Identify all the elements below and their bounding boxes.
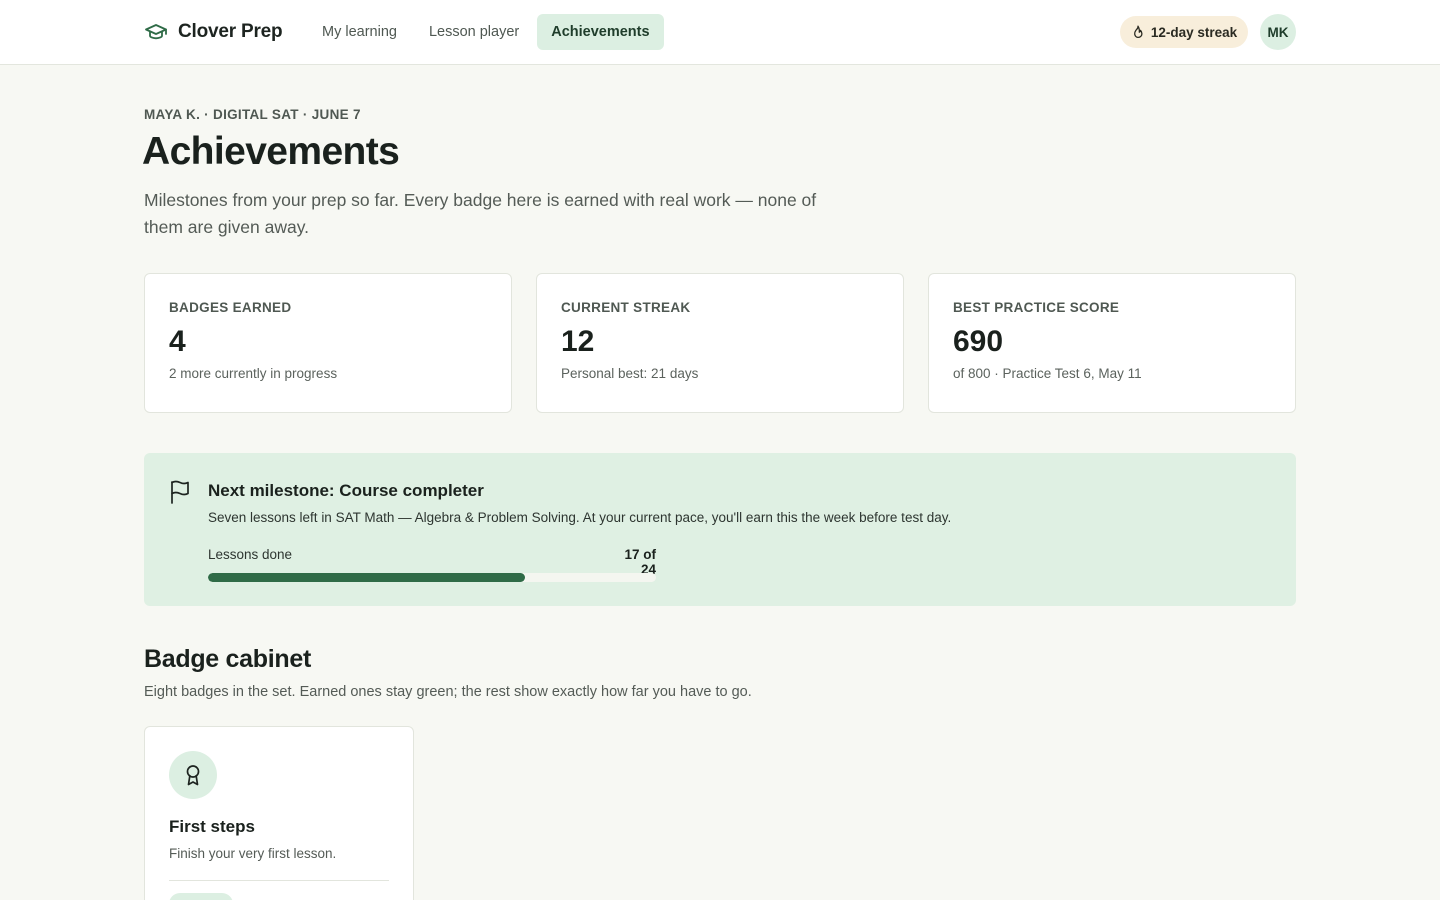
badge-cabinet-description: Eight badges in the set. Earned ones sta… (144, 684, 752, 700)
badge-title: First steps (169, 817, 255, 836)
tab-my-learning[interactable]: My learning (308, 14, 411, 50)
page-title: Achievements (142, 130, 400, 173)
milestone-title: Next milestone: Course completer (208, 481, 484, 500)
avatar[interactable]: MK (1260, 14, 1296, 50)
streak-badge[interactable]: 12-day streak (1120, 16, 1248, 48)
stat-note: of 800 · Practice Test 6, May 11 (953, 366, 1142, 381)
milestone-progress-fill (208, 573, 526, 582)
badge-status-tag (169, 893, 233, 900)
badge-icon-circle (169, 751, 217, 799)
milestone-progress-label: Lessons done (208, 547, 293, 562)
flag-icon (171, 480, 189, 504)
brand-name: Clover Prep (178, 21, 283, 42)
stat-label: BEST PRACTICE SCORE (953, 300, 1120, 315)
stat-note: 2 more currently in progress (169, 366, 338, 381)
tab-lesson-player[interactable]: Lesson player (415, 14, 533, 50)
brand-logo[interactable]: Clover Prep (144, 18, 283, 46)
main-nav: My learning Lesson player Achievements (308, 14, 664, 50)
badge-cabinet-title: Badge cabinet (144, 645, 311, 673)
stat-card-badges: BADGES EARNED 4 2 more currently in prog… (144, 273, 512, 413)
stat-value: 4 (169, 325, 186, 358)
stat-value: 690 (953, 325, 1004, 358)
page-eyebrow: MAYA K. · DIGITAL SAT · JUNE 7 (144, 107, 361, 122)
stat-card-best-score: BEST PRACTICE SCORE 690 of 800 · Practic… (928, 273, 1296, 413)
stat-label: CURRENT STREAK (561, 300, 691, 315)
badge-description: Finish your very first lesson. (169, 846, 337, 861)
stat-value: 12 (561, 325, 595, 358)
graduation-cap-icon (145, 24, 167, 40)
flame-icon (1133, 25, 1143, 39)
stat-note: Personal best: 21 days (561, 366, 699, 381)
milestone-progress-bar (208, 573, 656, 582)
stat-label: BADGES EARNED (169, 300, 292, 315)
badge-card-first-steps[interactable]: First steps Finish your very first lesso… (144, 726, 414, 900)
award-ribbon-icon (186, 765, 200, 786)
page-description: Milestones from your prep so far. Every … (144, 190, 817, 237)
tab-achievements[interactable]: Achievements (537, 14, 664, 50)
stat-card-streak: CURRENT STREAK 12 Personal best: 21 days (536, 273, 904, 413)
milestone-description: Seven lessons left in SAT Math — Algebra… (208, 510, 952, 525)
streak-label: 12-day streak (1150, 24, 1238, 40)
top-bar: Clover Prep My learning Lesson player Ac… (0, 0, 1440, 65)
next-milestone-banner: Next milestone: Course completer Seven l… (144, 453, 1296, 606)
badge-divider (169, 880, 389, 881)
